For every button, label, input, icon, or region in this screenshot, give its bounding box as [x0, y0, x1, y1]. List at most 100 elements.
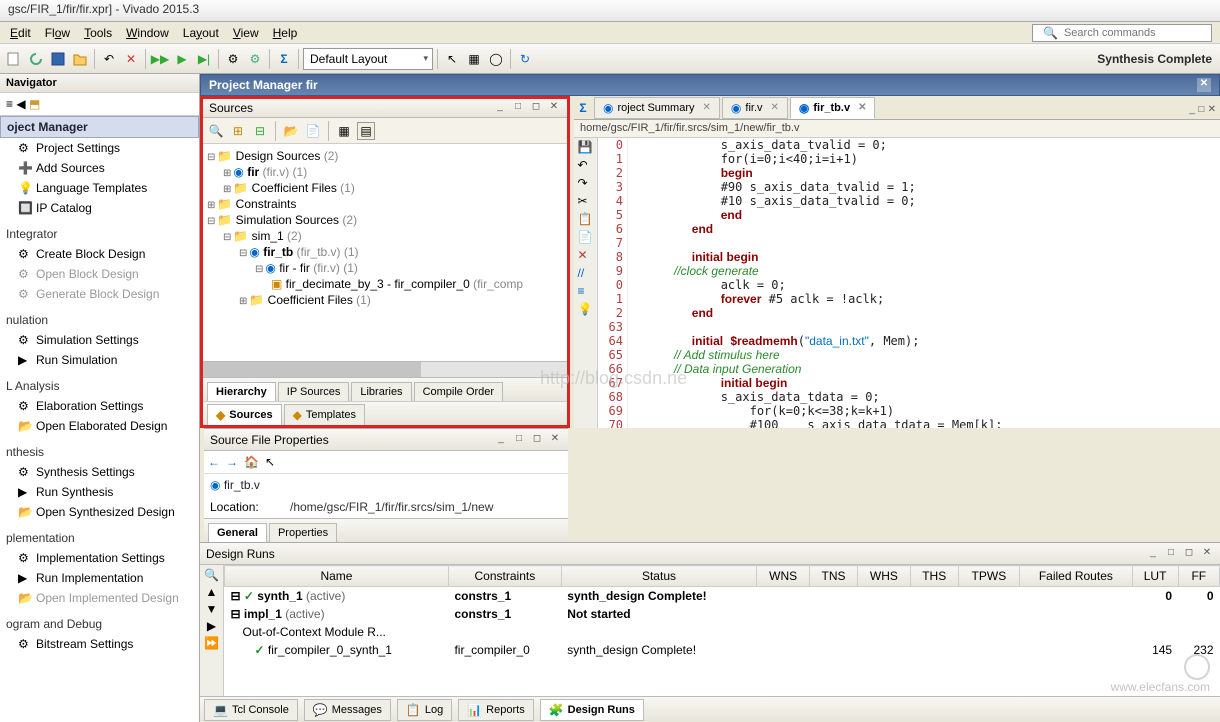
cursor-icon[interactable]: ↖	[265, 455, 275, 469]
reload-icon[interactable]: ↻	[515, 49, 535, 69]
search-icon[interactable]: 🔍	[204, 568, 219, 582]
close-icon[interactable]: ✕	[548, 433, 562, 447]
fwd-icon[interactable]: ⏩	[204, 636, 219, 650]
play-icon[interactable]: ▶	[207, 619, 216, 633]
open-icon[interactable]: 📂	[282, 122, 300, 140]
maximize-icon[interactable]: □	[1198, 104, 1204, 115]
minimize-icon[interactable]: _	[1189, 104, 1195, 115]
nav-item[interactable]: ▶Run Implementation	[0, 568, 199, 588]
editor-tab[interactable]: ◉ roject Summary✕	[594, 97, 720, 119]
menu-help[interactable]: Help	[267, 24, 304, 42]
maximize-icon[interactable]: □	[1164, 547, 1178, 561]
nav-item[interactable]: ⚙Elaboration Settings	[0, 396, 199, 416]
nav-item[interactable]: ⚙Project Settings	[0, 138, 199, 158]
nav-item[interactable]: ⚙Simulation Settings	[0, 330, 199, 350]
nav-item[interactable]: ⚙Generate Block Design	[0, 284, 199, 304]
redo-icon[interactable]: ↷	[578, 176, 594, 192]
restore-icon[interactable]: ◻	[1182, 547, 1196, 561]
delete-icon[interactable]: ✕	[578, 248, 594, 264]
menu-window[interactable]: Window	[120, 24, 175, 42]
gear1-icon[interactable]: ⚙	[223, 49, 243, 69]
tab[interactable]: General	[208, 523, 267, 542]
up-icon[interactable]: ▲	[206, 585, 218, 599]
back-icon[interactable]: ←	[208, 455, 220, 469]
column-header[interactable]: Failed Routes	[1020, 566, 1132, 587]
tab[interactable]: Libraries	[351, 382, 411, 401]
menu-edit[interactable]: Edit	[4, 24, 37, 42]
restore-icon[interactable]: ◻	[530, 433, 544, 447]
layout-selector[interactable]: Default Layout	[303, 48, 433, 70]
cancel-icon[interactable]: ✕	[121, 49, 141, 69]
tab[interactable]: ◆ Sources	[207, 404, 282, 425]
help-icon[interactable]: 💡	[578, 302, 594, 318]
menu-view[interactable]: View	[227, 24, 265, 42]
bottom-tab[interactable]: 📊 Reports	[458, 699, 533, 721]
nav-add-icon[interactable]: ⬒	[29, 97, 40, 111]
editor-tab[interactable]: ◉ fir.v✕	[722, 97, 788, 119]
column-header[interactable]: Name	[225, 566, 449, 587]
sigma-icon[interactable]: Σ	[274, 49, 294, 69]
close-icon[interactable]: ✕	[858, 102, 866, 113]
menu-flow[interactable]: Flow	[39, 24, 76, 42]
column-header[interactable]: Constraints	[448, 566, 561, 587]
nav-item[interactable]: ⚙Synthesis Settings	[0, 462, 199, 482]
copy-icon[interactable]: 📋	[578, 212, 594, 228]
collapse-icon[interactable]: ≡	[6, 97, 13, 111]
undo-icon[interactable]: ↶	[99, 49, 119, 69]
table-row[interactable]: ⊟ impl_1 (active)constrs_1Not started	[225, 605, 1220, 623]
gear2-icon[interactable]: ⚙	[245, 49, 265, 69]
tree-item[interactable]: ⊞◉ fir (fir.v) (1)	[207, 164, 563, 180]
tab[interactable]: ◆ Templates	[284, 404, 365, 425]
code-area[interactable]: s_axis_data_tvalid = 0; for(i=0;i<40;i=i…	[628, 138, 1220, 428]
tab[interactable]: IP Sources	[278, 382, 350, 401]
tree-item[interactable]: ⊟◉ fir_tb (fir_tb.v) (1)	[207, 244, 563, 260]
nav-item[interactable]: 📂Open Implemented Design	[0, 588, 199, 608]
nav-item[interactable]: ⚙Bitstream Settings	[0, 634, 199, 654]
search-input[interactable]	[1064, 27, 1207, 39]
refresh-icon[interactable]	[26, 49, 46, 69]
paste-icon[interactable]: 📄	[578, 230, 594, 246]
minimize-icon[interactable]: _	[1146, 547, 1160, 561]
column-header[interactable]: TPWS	[958, 566, 1020, 587]
bottom-tab[interactable]: 💬 Messages	[304, 699, 391, 721]
new-icon[interactable]	[4, 49, 24, 69]
tab[interactable]: Properties	[269, 523, 337, 542]
table-row[interactable]: ⊟ ✓ synth_1 (active)constrs_1synth_desig…	[225, 587, 1220, 606]
tab[interactable]: Hierarchy	[207, 382, 276, 401]
nav-item[interactable]: 🔲IP Catalog	[0, 198, 199, 218]
nav-item[interactable]: ⚙Implementation Settings	[0, 548, 199, 568]
nav-item[interactable]: 📂Open Elaborated Design	[0, 416, 199, 436]
home-icon[interactable]: 🏠	[244, 455, 259, 469]
view-icon[interactable]: ▦	[335, 122, 353, 140]
maximize-icon[interactable]: □	[511, 101, 525, 115]
column-header[interactable]: WNS	[757, 566, 810, 587]
nav-item[interactable]: 💡Language Templates	[0, 178, 199, 198]
list-icon[interactable]: ≡	[578, 284, 594, 300]
column-header[interactable]: Status	[561, 566, 756, 587]
column-header[interactable]: THS	[910, 566, 958, 587]
nav-item[interactable]: ⚙Create Block Design	[0, 244, 199, 264]
table-row[interactable]: ✓ fir_compiler_0_synth_1fir_compiler_0sy…	[225, 641, 1220, 659]
tree-item[interactable]: ⊟◉ fir - fir (fir.v) (1)	[207, 260, 563, 276]
menu-tools[interactable]: Tools	[78, 24, 118, 42]
close-icon[interactable]: ✕	[547, 101, 561, 115]
save-icon[interactable]	[48, 49, 68, 69]
tool2-icon[interactable]: ◯	[486, 49, 506, 69]
nav-item[interactable]: ▶Run Simulation	[0, 350, 199, 370]
close-icon[interactable]: ✕	[1197, 78, 1211, 92]
comment-icon[interactable]: //	[578, 266, 594, 282]
tree-item[interactable]: ⊞📁 Coefficient Files (1)	[207, 180, 563, 196]
expand-icon[interactable]: ⊞	[229, 122, 247, 140]
add-icon[interactable]: 📄	[304, 122, 322, 140]
minimize-icon[interactable]: _	[493, 101, 507, 115]
column-header[interactable]: LUT	[1132, 566, 1178, 587]
undo-icon[interactable]: ↶	[578, 158, 594, 174]
tree-item[interactable]: ⊟📁 Simulation Sources (2)	[207, 212, 563, 228]
tree-item[interactable]: ⊟📁 sim_1 (2)	[207, 228, 563, 244]
bottom-tab[interactable]: 🧩 Design Runs	[540, 699, 644, 721]
restore-icon[interactable]: ◻	[529, 101, 543, 115]
bottom-tab[interactable]: 📋 Log	[397, 699, 452, 721]
nav-item[interactable]: ▶Run Synthesis	[0, 482, 199, 502]
collapse-icon[interactable]: ⊟	[251, 122, 269, 140]
column-header[interactable]: WHS	[857, 566, 910, 587]
